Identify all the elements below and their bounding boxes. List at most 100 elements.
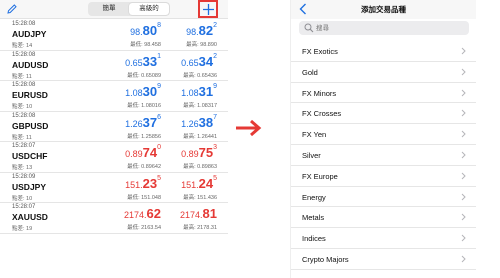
- bid-price-main: 0.89: [125, 149, 143, 159]
- quote-symbol: USDCHF: [12, 151, 48, 161]
- quote-low: 最低: 98.458: [130, 42, 161, 48]
- quote-time: 15:28:07: [12, 143, 36, 149]
- category-list: FX Exotics Gold FX Minors FX Crosses FX Yen S…: [291, 41, 476, 270]
- quote-row[interactable]: 15:28:08 AUDUSD 點差: 11 0.65331 0.65342 最低: 0.…: [0, 51, 228, 81]
- quote-high: 最高: 98.890: [186, 42, 217, 48]
- category-item[interactable]: Silver: [291, 145, 476, 166]
- ask-price-pips: 75: [198, 145, 214, 160]
- ask-price-main: 0.89: [181, 149, 199, 159]
- ask-price-pips: 82: [198, 23, 214, 38]
- ask-price-fraction: 2: [213, 22, 217, 29]
- quote-high: 最高: 0.65436: [183, 72, 217, 79]
- bid-price-pips: 33: [142, 53, 158, 69]
- category-item[interactable]: FX Yen: [291, 124, 476, 145]
- search-input[interactable]: [316, 21, 466, 35]
- category-item[interactable]: Crypto Majors: [291, 249, 476, 270]
- ask-price: 98.822: [186, 22, 217, 38]
- chevron-right-icon: [461, 68, 466, 76]
- ask-price: 1.08319: [181, 83, 217, 99]
- pencil-icon[interactable]: [6, 3, 18, 15]
- category-item[interactable]: Indices: [291, 228, 476, 249]
- bid-price-pips: 37: [142, 114, 158, 130]
- quote-symbol: EURUSD: [12, 90, 48, 100]
- category-label: Metals: [302, 213, 325, 223]
- quote-row[interactable]: 15:28:07 XAUUSD 點差: 19 2174.62 2174.81 最低: 21…: [0, 203, 228, 234]
- bid-price-fraction: 5: [157, 174, 161, 182]
- chevron-right-icon: [461, 130, 466, 138]
- quote-high: 最高: 2178.31: [183, 225, 217, 231]
- category-label: FX Europe: [302, 171, 338, 181]
- ask-price-pips: 38: [198, 114, 214, 130]
- quote-symbol: AUDUSD: [12, 59, 49, 70]
- category-item[interactable]: FX Exotics: [291, 41, 476, 62]
- bid-price: 151.235: [125, 174, 161, 191]
- category-label: FX Minors: [302, 88, 337, 98]
- chevron-right-icon: [461, 234, 466, 242]
- quote-symbol: USDJPY: [12, 181, 47, 192]
- search-icon: [304, 23, 314, 33]
- chevron-right-icon: [461, 89, 466, 96]
- quote-time: 15:28:07: [12, 204, 36, 210]
- ask-price: 2174.81: [180, 206, 217, 221]
- chevron-right-icon: [461, 151, 466, 159]
- category-item[interactable]: Gold: [291, 62, 476, 83]
- quote-row[interactable]: 15:28:08 GBPUSD 點差: 11 1.26376 1.26387 最低: 1.…: [0, 112, 228, 142]
- quote-row[interactable]: 15:28:09 USDJPY 點差: 10 151.235 151.245 最低: 15…: [0, 173, 228, 203]
- segment-advanced[interactable]: 高級的: [129, 3, 169, 15]
- chevron-right-icon: [461, 255, 466, 263]
- quotes-panel: 簡單 高級的 15:28:08 AUDJPY 點差: 14 98.808 98.822 最…: [0, 0, 228, 278]
- category-label: Gold: [302, 67, 318, 77]
- bid-price-pips: 80: [142, 23, 158, 38]
- bid-price-fraction: 6: [157, 113, 161, 121]
- category-item[interactable]: FX Minors: [291, 83, 476, 104]
- ask-price-main: 1.08: [181, 88, 199, 98]
- chevron-right-icon: [461, 110, 466, 117]
- segment-simple[interactable]: 簡單: [89, 3, 129, 15]
- quote-time: 15:28:08: [12, 82, 36, 88]
- quote-time: 15:28:09: [12, 173, 36, 180]
- category-item[interactable]: Energy: [291, 187, 476, 208]
- category-item[interactable]: Metals: [291, 207, 476, 229]
- category-label: FX Yen: [302, 130, 327, 140]
- ask-price-pips: 31: [198, 84, 214, 99]
- add-symbol-button[interactable]: [198, 0, 218, 18]
- bid-price-fraction: 0: [157, 144, 161, 151]
- chevron-right-icon: [461, 214, 466, 221]
- category-item[interactable]: FX Europe: [291, 166, 476, 187]
- quote-low: 最低: 0.89642: [127, 164, 161, 170]
- bid-price: 1.26376: [125, 113, 161, 130]
- search-bar[interactable]: [299, 21, 469, 35]
- quote-low: 最低: 1.25856: [127, 133, 161, 140]
- quote-row[interactable]: 15:28:08 AUDJPY 點差: 14 98.808 98.822 最低: 98.4…: [0, 20, 228, 51]
- quote-spread: 點差: 11: [12, 73, 32, 80]
- arrow-right-icon: [236, 119, 262, 137]
- bid-price-pips: 30: [142, 84, 158, 99]
- quote-spread: 點差: 11: [12, 134, 32, 141]
- quote-low: 最低: 1.08016: [127, 103, 161, 109]
- bid-price: 2174.62: [124, 206, 161, 221]
- chevron-right-icon: [461, 172, 466, 180]
- ask-price: 1.26387: [181, 114, 217, 130]
- bid-price-fraction: 9: [157, 83, 161, 90]
- ask-price-main: 98.: [186, 27, 199, 37]
- add-symbol-panel: 添加交易品種 FX Exotics Gold FX Minors FX Crosses…: [290, 0, 476, 278]
- quote-low: 最低: 151.048: [127, 194, 161, 201]
- ask-price: 151.245: [181, 175, 217, 191]
- bid-price-pips: 62: [146, 206, 161, 221]
- quote-row[interactable]: 15:28:07 USDCHF 點差: 13 0.89740 0.89753 最低: 0.…: [0, 142, 228, 173]
- category-item[interactable]: FX Crosses: [291, 103, 476, 125]
- category-label: FX Exotics: [302, 47, 338, 56]
- category-label: Indices: [302, 234, 326, 244]
- quote-row[interactable]: 15:28:08 EURUSD 點差: 10 1.08309 1.08319 最低: 1.…: [0, 81, 228, 112]
- bid-price-fraction: 8: [157, 22, 161, 29]
- quote-spread: 點差: 10: [12, 195, 33, 202]
- ask-price-pips: 34: [198, 53, 214, 69]
- quote-low: 最低: 2163.54: [127, 225, 161, 231]
- chevron-right-icon: [461, 193, 466, 200]
- view-mode-segmented-control: 簡單 高級的: [88, 2, 170, 16]
- ask-price-main: 0.65: [181, 57, 199, 68]
- bid-price: 0.65331: [125, 53, 161, 69]
- ask-price-pips: 24: [198, 175, 214, 191]
- plus-icon: [203, 4, 214, 15]
- bid-price-main: 1.08: [125, 88, 143, 98]
